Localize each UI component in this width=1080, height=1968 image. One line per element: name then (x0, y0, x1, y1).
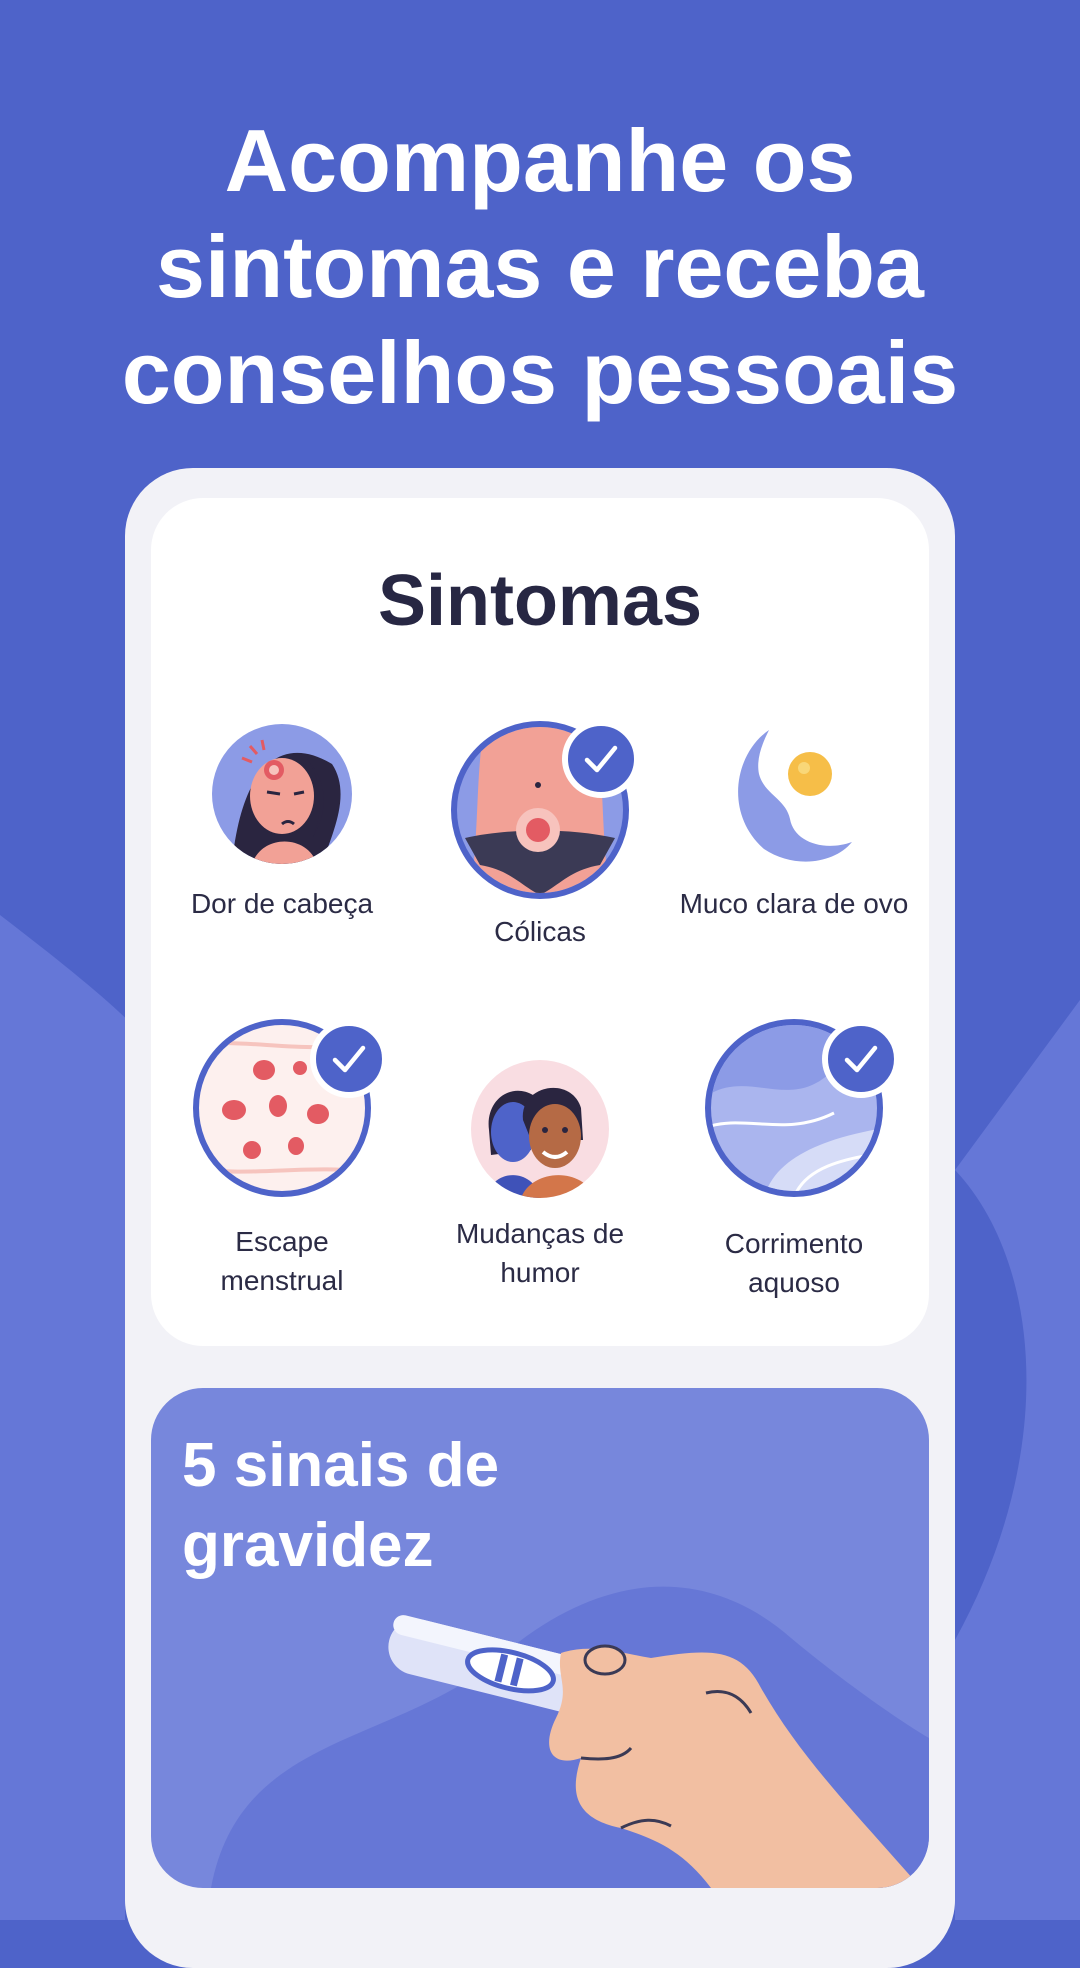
pregnancy-signs-card[interactable]: 5 sinais de gravidez (151, 1388, 929, 1888)
headline-line-3: conselhos pessoais (121, 323, 959, 422)
watery-discharge-icon (704, 1018, 900, 1198)
symptom-spotting[interactable]: Escape menstrual (156, 1018, 408, 1300)
symptom-label: Escape menstrual (220, 1226, 344, 1296)
symptom-label: Mudanças de humor (455, 1218, 625, 1288)
symptom-egg-white-mucus[interactable]: Muco clara de ovo (668, 724, 920, 923)
symptom-cramps[interactable]: Cólicas (414, 720, 666, 951)
checked-icon (562, 720, 640, 798)
spotting-icon (192, 1018, 388, 1198)
headline: Acompanhe os sintomas e receba conselhos… (0, 108, 1080, 426)
headline-line-2: sintomas e receba (156, 217, 924, 316)
headline-line-1: Acompanhe os (224, 111, 856, 210)
checked-icon (822, 1020, 900, 1098)
headache-icon (212, 724, 352, 864)
egg-white-mucus-icon (724, 724, 864, 864)
symptom-mood-swings[interactable]: Mudanças de humor (414, 1060, 666, 1292)
symptom-label: Muco clara de ovo (679, 888, 909, 919)
symptom-label: Corrimento aquoso (724, 1228, 864, 1298)
symptom-watery-discharge[interactable]: Corrimento aquoso (668, 1018, 920, 1302)
pregnancy-card-title: 5 sinais de gravidez (182, 1431, 500, 1580)
mood-swings-icon (471, 1060, 609, 1198)
checked-icon (310, 1020, 388, 1098)
cramps-icon (450, 720, 640, 900)
symptoms-grid: Dor de cabeça Cólicas Muco clara de ovo … (151, 498, 929, 1346)
symptom-headache[interactable]: Dor de cabeça (156, 724, 408, 923)
symptom-label: Dor de cabeça (190, 888, 374, 919)
symptoms-card: Sintomas Dor de cabeça Cólicas Muco clar… (151, 498, 929, 1346)
symptom-label: Cólicas (494, 916, 586, 947)
